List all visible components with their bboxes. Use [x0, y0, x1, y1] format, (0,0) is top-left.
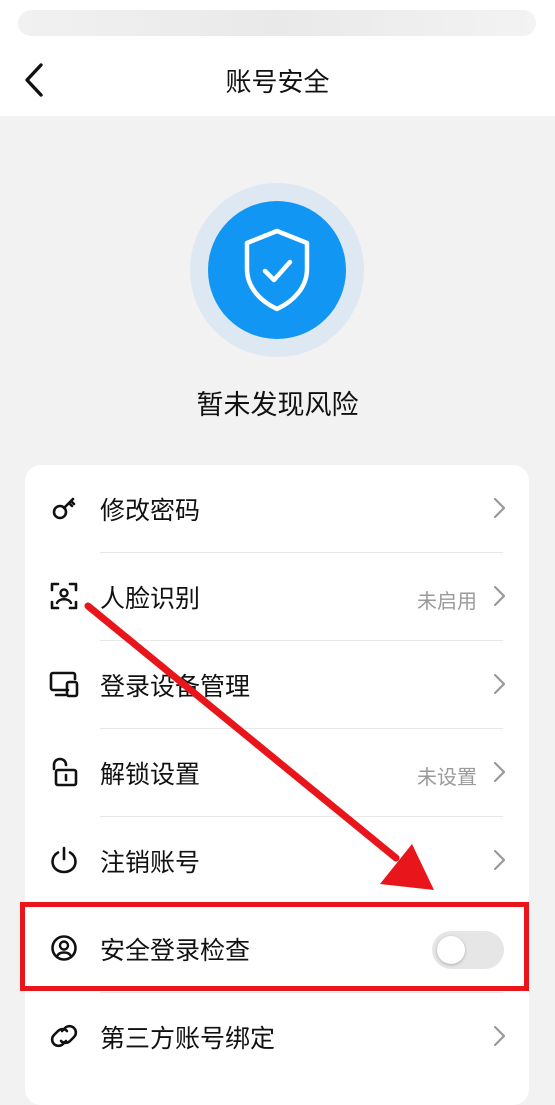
- list-item-change-password[interactable]: 修改密码: [25, 465, 529, 553]
- list-item-label: 第三方账号绑定: [100, 1024, 276, 1053]
- list-item-label: 修改密码: [100, 496, 201, 525]
- face-scan-icon: [49, 581, 79, 611]
- list-item-label: 人脸识别: [100, 584, 201, 613]
- security-status-badge: [190, 183, 364, 357]
- chevron-right-icon: [493, 585, 506, 607]
- page-title: 账号安全: [225, 68, 330, 98]
- list-item-device-management[interactable]: 登录设备管理: [25, 641, 529, 729]
- list-item-label: 解锁设置: [100, 760, 201, 789]
- list-item-label: 登录设备管理: [100, 672, 251, 701]
- secure-login-check-toggle[interactable]: [432, 931, 504, 969]
- status-bar: [0, 0, 555, 40]
- security-settings-list: 修改密码 人脸识别 未启用 登录设备管理 解锁设置 未设置 注销账号 安全登录检…: [25, 465, 529, 1105]
- link-icon: [49, 1021, 79, 1051]
- list-item-value: 未设置: [417, 765, 477, 789]
- chevron-right-icon: [493, 497, 506, 519]
- list-item-face-recognition[interactable]: 人脸识别 未启用: [25, 553, 529, 641]
- devices-icon: [49, 669, 79, 699]
- toggle-knob: [437, 936, 465, 964]
- chevron-right-icon: [493, 849, 506, 871]
- list-item-label: 安全登录检查: [100, 936, 251, 965]
- list-item-unlock-settings[interactable]: 解锁设置 未设置: [25, 729, 529, 817]
- list-item-secure-login-check: 安全登录检查: [25, 905, 529, 993]
- list-item-value: 未启用: [417, 589, 477, 613]
- power-icon: [49, 845, 79, 875]
- list-item-deactivate-account[interactable]: 注销账号: [25, 817, 529, 905]
- user-circle-icon: [49, 933, 79, 963]
- nav-bar: 账号安全: [0, 40, 555, 116]
- status-bar-blurred-content: [18, 10, 536, 36]
- security-status-text: 暂未发现风险: [196, 390, 359, 421]
- unlock-icon: [49, 757, 79, 787]
- shield-check-icon: [244, 228, 310, 312]
- key-icon: [49, 493, 79, 523]
- list-item-third-party-binding[interactable]: 第三方账号绑定: [25, 993, 529, 1081]
- chevron-right-icon: [493, 1025, 506, 1047]
- chevron-right-icon: [493, 761, 506, 783]
- list-item-label: 注销账号: [100, 848, 201, 877]
- chevron-right-icon: [493, 673, 506, 695]
